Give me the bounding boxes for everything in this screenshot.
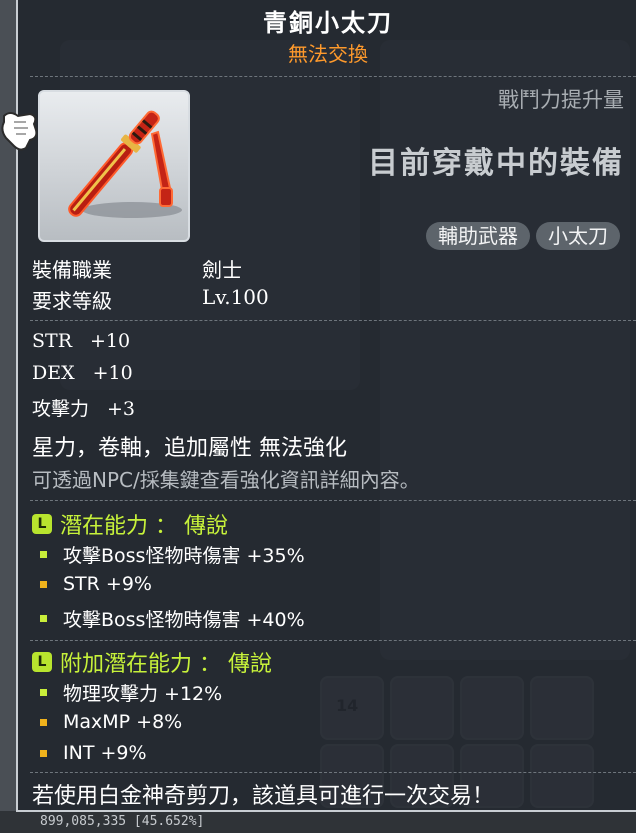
additional-potential-line-text: 物理攻擊力 +12% xyxy=(63,683,223,705)
stat-str: STR +10 xyxy=(32,330,130,352)
potential-line: STR +9% xyxy=(40,573,152,595)
enhance-hint: 可透過NPC/採集鍵查看強化資訊詳細內容。 xyxy=(32,468,420,492)
exp-status-bar: 899,085,335 [45.652%] xyxy=(0,811,636,833)
trade-status: 無法交換 xyxy=(288,42,368,66)
additional-potential-line-text: MaxMP +8% xyxy=(63,711,183,733)
stat-value: +10 xyxy=(90,330,131,352)
glove-cursor-icon xyxy=(1,112,38,151)
additional-potential-line-text: INT +9% xyxy=(63,742,147,764)
additional-potential-title: 附加潛在能力 ： 傳說 xyxy=(60,652,272,677)
additional-potential-line: 物理攻擊力 +12% xyxy=(40,679,222,706)
potential-line-text: STR +9% xyxy=(63,573,152,595)
stat-value: +3 xyxy=(107,398,136,420)
tag-secondary-weapon: 輔助武器 xyxy=(426,222,530,250)
divider xyxy=(30,640,636,642)
tag-weapon-type: 小太刀 xyxy=(536,222,620,250)
additional-potential-header: L 附加潛在能力 ： 傳說 xyxy=(32,646,272,678)
short-sword-icon xyxy=(68,110,182,218)
stat-dex: DEX +10 xyxy=(32,362,133,384)
requirement-job: 裝備職業 劍士 xyxy=(32,254,242,283)
additional-potential-line: INT +9% xyxy=(40,742,147,764)
legendary-grade-icon: L xyxy=(32,514,52,534)
stat-value: +10 xyxy=(92,362,133,384)
bullet-icon xyxy=(40,615,47,622)
potential-line-text: 攻擊Boss怪物時傷害 +35% xyxy=(63,545,305,567)
potential-title: 潛在能力 ： 傳說 xyxy=(60,514,228,539)
bullet-icon xyxy=(40,580,47,588)
bullet-icon xyxy=(40,718,47,726)
stat-attack: 攻擊力 +3 xyxy=(32,394,135,421)
divider xyxy=(30,320,636,322)
requirement-label: 要求等級 xyxy=(32,289,112,313)
item-name: 青銅小太刀 xyxy=(263,9,393,37)
requirement-level: 要求等級 Lv.100 xyxy=(32,285,269,314)
enhance-note: 星力，卷軸，追加屬性 無法強化 xyxy=(32,436,347,461)
requirement-label: 裝備職業 xyxy=(32,258,112,282)
legendary-grade-icon: L xyxy=(32,652,52,672)
combat-power-label: 戰鬥力提升量 xyxy=(498,88,624,112)
potential-line-text: 攻擊Boss怪物時傷害 +40% xyxy=(63,609,305,631)
bullet-icon xyxy=(40,551,47,558)
potential-line: 攻擊Boss怪物時傷害 +35% xyxy=(40,541,305,568)
potential-header: L 潛在能力 ： 傳說 xyxy=(32,508,228,540)
divider xyxy=(30,500,636,502)
requirement-value: Lv.100 xyxy=(202,285,269,309)
additional-potential-line: MaxMP +8% xyxy=(40,711,182,733)
stat-name: STR xyxy=(32,330,72,352)
item-icon-frame xyxy=(38,90,190,242)
item-tags: 輔助武器 小太刀 xyxy=(426,222,620,250)
item-tooltip: 青銅小太刀 無法交換 戰鬥力提升量 目前穿戴中的裝備 輔助武器 小太刀 裝備職業… xyxy=(16,0,636,812)
divider xyxy=(30,772,636,774)
stat-name: DEX xyxy=(32,362,75,384)
bullet-icon xyxy=(40,689,47,696)
bullet-icon xyxy=(40,749,47,757)
divider xyxy=(30,76,636,78)
equipped-label: 目前穿戴中的裝備 xyxy=(368,146,624,181)
scissors-trade-note: 若使用白金神奇剪刀，該道具可進行一次交易！ xyxy=(32,784,495,809)
requirement-value: 劍士 xyxy=(202,258,242,282)
potential-line: 攻擊Boss怪物時傷害 +40% xyxy=(40,605,305,632)
stat-name: 攻擊力 xyxy=(32,398,90,420)
